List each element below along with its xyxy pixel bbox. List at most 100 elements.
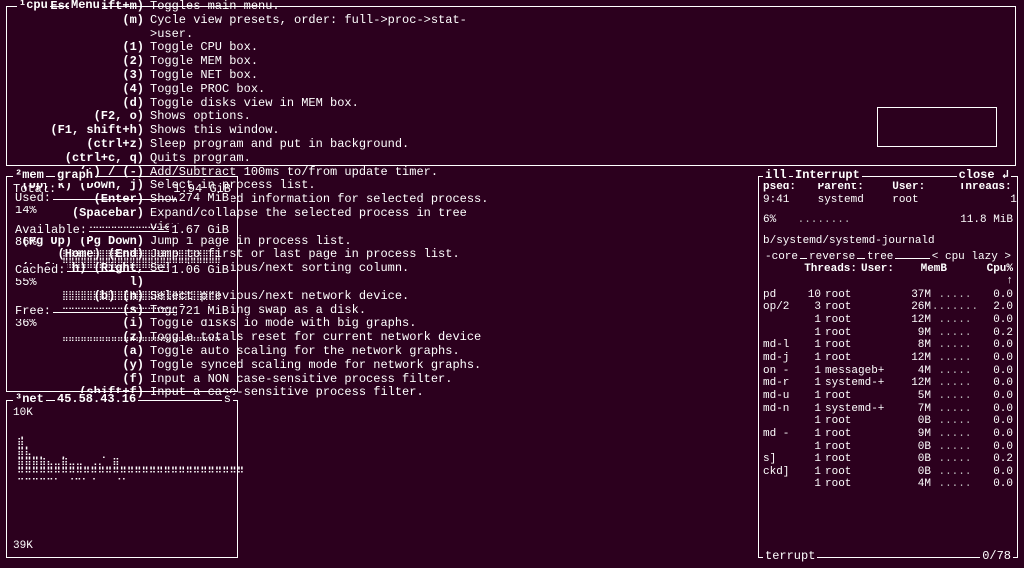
process-row[interactable]: op/23root26M.......2.0: [763, 301, 1013, 314]
mem-tab[interactable]: ²mem: [13, 169, 46, 183]
process-row[interactable]: pd10root37M.....0.0: [763, 289, 1013, 302]
sort-core-button[interactable]: -core: [763, 251, 800, 264]
proc-cell-name: [763, 441, 801, 454]
proc-user-value: root: [892, 194, 952, 207]
proc-psed-label: psed:: [763, 181, 811, 194]
proc-cell-user: root: [825, 466, 895, 479]
proc-cell-threads: 1: [801, 365, 825, 378]
proc-cell-graph: .....: [931, 365, 979, 378]
net-tab[interactable]: ³net: [13, 393, 46, 407]
proc-path: b/systemd/systemd-journald: [763, 235, 1013, 248]
proc-cell-graph: .....: [931, 339, 979, 352]
mem-used-value: 274 MiB: [177, 192, 231, 206]
proc-cell-threads: 3: [801, 301, 825, 314]
proc-footer-left: terrupt: [763, 550, 817, 564]
proc-cell-user: root: [825, 301, 895, 314]
proc-cell-user: root: [825, 428, 895, 441]
net-side-indicator: s: [222, 393, 233, 407]
cpu-tab[interactable]: ¹cpu: [17, 0, 50, 13]
proc-close-button[interactable]: close ↲: [957, 169, 1011, 183]
proc-cell-user: root: [825, 453, 895, 466]
proc-cell-user: root: [825, 339, 895, 352]
proc-cell-mem: 9M: [895, 327, 931, 340]
sort-tree-button[interactable]: tree: [865, 251, 895, 264]
process-row[interactable]: md -1root9M.....0.0: [763, 428, 1013, 441]
process-row[interactable]: 1root4M.....0.0: [763, 478, 1013, 491]
cpu-inset-box: [877, 107, 997, 147]
proc-cell-name: md-r: [763, 377, 801, 390]
process-row[interactable]: md-n1systemd-+7M.....0.0: [763, 403, 1013, 416]
process-row[interactable]: 1root9M.....0.2: [763, 327, 1013, 340]
proc-parent-label: Parent:: [818, 181, 886, 194]
proc-mem-value: 11.8 MiB: [960, 214, 1013, 227]
col-name[interactable]: [763, 263, 801, 288]
col-user[interactable]: User:: [861, 263, 911, 288]
proc-cell-mem: 12M: [895, 314, 931, 327]
proc-cell-graph: .....: [931, 478, 979, 491]
process-row[interactable]: 1root0B.....0.0: [763, 415, 1013, 428]
proc-cell-name: pd: [763, 289, 801, 302]
net-up-value: 10K: [13, 407, 231, 420]
proc-cell-graph: .....: [931, 289, 979, 302]
process-row[interactable]: 1root12M.....0.0: [763, 314, 1013, 327]
process-row[interactable]: md-j1root12M.....0.0: [763, 352, 1013, 365]
proc-cell-user: root: [825, 289, 895, 302]
mem-avail-value: 1.67 GiB: [169, 224, 231, 238]
proc-cell-name: md-u: [763, 390, 801, 403]
process-row[interactable]: s]1root0B.....0.2: [763, 453, 1013, 466]
proc-cell-name: op/2: [763, 301, 801, 314]
proc-cell-cpu: 0.0: [979, 403, 1013, 416]
proc-cell-graph: .....: [931, 390, 979, 403]
process-row[interactable]: ckd]1root0B.....0.0: [763, 466, 1013, 479]
mem-free-divider: Free: 721 MiB: [13, 312, 231, 313]
proc-cell-threads: 1: [801, 441, 825, 454]
proc-user-label: User:: [892, 181, 952, 194]
proc-cell-name: s]: [763, 453, 801, 466]
proc-cell-mem: 7M: [895, 403, 931, 416]
mem-box: ²mem graph Total: 1.94 GiB Used: 274 MiB…: [6, 176, 238, 392]
net-interface[interactable]: 45.58.43.16: [55, 393, 138, 407]
proc-cell-mem: 8M: [895, 339, 931, 352]
proc-interrupt-button[interactable]: Interrupt: [793, 169, 862, 183]
proc-cell-threads: 1: [801, 377, 825, 390]
menu-button[interactable]: Menu: [69, 0, 102, 13]
col-cpu[interactable]: Cpu% ↑: [979, 263, 1013, 288]
proc-cell-mem: 9M: [895, 428, 931, 441]
proc-cell-threads: 1: [801, 466, 825, 479]
mem-view-mode[interactable]: graph: [55, 169, 95, 183]
proc-cell-name: [763, 314, 801, 327]
cpu-box: ¹cpu Menu: [6, 6, 1016, 166]
proc-cell-graph: .....: [931, 352, 979, 365]
proc-cell-cpu: 0.0: [979, 352, 1013, 365]
proc-cell-cpu: 0.0: [979, 466, 1013, 479]
process-row[interactable]: md-r1systemd-+12M.....0.0: [763, 377, 1013, 390]
proc-cpu-dots: ........: [798, 214, 851, 227]
proc-cell-user: root: [825, 390, 895, 403]
sort-cpu-lazy-button[interactable]: < cpu lazy >: [930, 251, 1013, 264]
proc-cell-user: systemd-+: [825, 403, 895, 416]
proc-cell-user: root: [825, 327, 895, 340]
proc-cell-graph: .....: [931, 441, 979, 454]
proc-threads-value: 1: [959, 194, 1017, 207]
process-row[interactable]: md-l1root8M.....0.0: [763, 339, 1013, 352]
process-row[interactable]: md-u1root5M.....0.0: [763, 390, 1013, 403]
mem-cached-divider: Cached: 1.06 GiB: [13, 271, 231, 272]
col-memb[interactable]: MemB: [911, 263, 947, 288]
mem-free-label: Free:: [13, 305, 53, 319]
col-threads[interactable]: Threads:: [801, 263, 861, 288]
process-row[interactable]: 1root0B.....0.0: [763, 441, 1013, 454]
proc-cell-threads: 1: [801, 415, 825, 428]
proc-cell-graph: .....: [931, 453, 979, 466]
proc-cell-graph: .....: [931, 415, 979, 428]
proc-cell-graph: .....: [931, 428, 979, 441]
proc-cell-mem: 4M: [895, 365, 931, 378]
sort-reverse-button[interactable]: reverse: [807, 251, 857, 264]
mem-cached-label: Cached:: [13, 264, 67, 278]
proc-cell-cpu: 0.0: [979, 390, 1013, 403]
proc-cell-mem: 5M: [895, 390, 931, 403]
proc-cell-mem: 26M: [895, 301, 931, 314]
proc-cell-threads: 1: [801, 327, 825, 340]
proc-cell-name: ckd]: [763, 466, 801, 479]
proc-cell-cpu: 0.0: [979, 339, 1013, 352]
process-row[interactable]: on -1messageb+4M.....0.0: [763, 365, 1013, 378]
